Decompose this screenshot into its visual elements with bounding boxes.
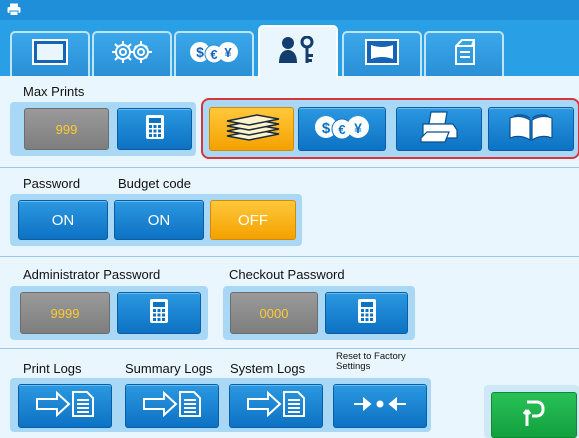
admin-password-label: Administrator Password xyxy=(23,267,161,282)
section-divider xyxy=(0,167,579,168)
password-on-button[interactable]: ON xyxy=(18,200,108,240)
printer-icon xyxy=(7,3,21,21)
reset-factory-button[interactable] xyxy=(333,384,427,428)
user-key-icon xyxy=(278,35,318,69)
currency-option[interactable]: $ € ¥ xyxy=(298,107,386,151)
tab-settings[interactable] xyxy=(92,31,172,76)
tab-storage[interactable] xyxy=(424,31,504,76)
tab-strip: $ € ¥ xyxy=(0,20,579,78)
reset-factory-label: Reset to Factory Settings xyxy=(336,351,406,372)
gears-icon xyxy=(109,38,155,71)
max-prints-label: Max Prints xyxy=(23,84,85,99)
currency-icon: $ € ¥ xyxy=(314,113,370,145)
paper-stack-option[interactable] xyxy=(209,107,294,151)
password-label: Password xyxy=(23,176,81,191)
checkout-password-label: Checkout Password xyxy=(229,267,345,282)
section-divider xyxy=(0,348,579,349)
svg-text:¥: ¥ xyxy=(354,120,362,136)
return-button[interactable] xyxy=(491,392,577,438)
album-option[interactable] xyxy=(488,107,574,151)
system-logs-label: System Logs xyxy=(230,361,306,376)
album-icon xyxy=(506,112,556,146)
paper-stack-icon xyxy=(221,112,283,146)
system-logs-export-button[interactable] xyxy=(229,384,323,428)
tab-admin[interactable] xyxy=(258,25,338,78)
calculator-icon xyxy=(149,298,169,328)
frame-icon xyxy=(365,39,399,70)
export-document-icon xyxy=(142,390,202,422)
checkout-password-keypad-button[interactable] xyxy=(325,292,408,334)
budget-code-off-button[interactable]: OFF xyxy=(210,200,296,240)
screen-icon xyxy=(32,39,68,70)
admin-password-keypad-button[interactable] xyxy=(117,292,201,334)
admin-password-value: 9999 xyxy=(20,292,110,334)
svg-text:$: $ xyxy=(322,120,331,137)
budget-code-label: Budget code xyxy=(118,176,192,191)
printer-option[interactable] xyxy=(396,107,482,151)
reset-arrows-icon xyxy=(352,394,408,418)
summary-logs-export-button[interactable] xyxy=(125,384,219,428)
export-document-icon xyxy=(246,390,306,422)
svg-text:€: € xyxy=(210,47,217,62)
calculator-icon xyxy=(357,298,377,328)
svg-text:$: $ xyxy=(196,44,204,60)
currency-icon: $ € ¥ xyxy=(189,39,239,70)
printer-icon xyxy=(419,110,459,148)
tab-currency[interactable]: $ € ¥ xyxy=(174,31,254,76)
title-bar xyxy=(0,0,579,20)
drive-icon xyxy=(450,38,478,71)
max-prints-keypad-button[interactable] xyxy=(117,108,192,150)
export-document-icon xyxy=(35,390,95,422)
print-logs-label: Print Logs xyxy=(23,361,82,376)
section-divider xyxy=(0,256,579,257)
print-logs-export-button[interactable] xyxy=(18,384,112,428)
return-arrow-icon xyxy=(522,399,545,431)
tab-display[interactable] xyxy=(10,31,90,76)
summary-logs-label: Summary Logs xyxy=(125,361,213,376)
checkout-password-value: 0000 xyxy=(230,292,318,334)
calculator-icon xyxy=(145,114,165,144)
svg-text:€: € xyxy=(338,122,345,137)
tab-frame[interactable] xyxy=(342,31,422,76)
max-prints-value: 999 xyxy=(24,108,109,150)
budget-code-on-button[interactable]: ON xyxy=(114,200,204,240)
svg-text:¥: ¥ xyxy=(224,45,232,60)
